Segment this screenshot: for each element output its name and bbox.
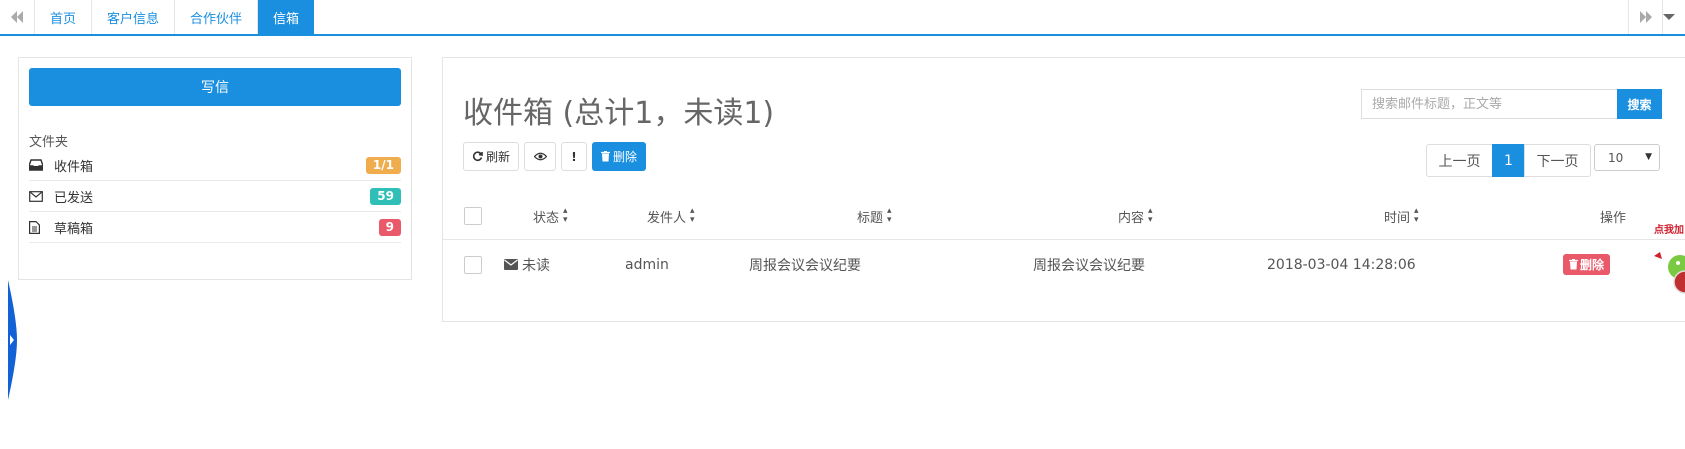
column-label: 操作 [1600, 210, 1627, 226]
tab-label: 信箱 [273, 11, 300, 27]
search-input[interactable] [1361, 89, 1617, 119]
floating-chat-widget[interactable]: 点我加 [1650, 212, 1685, 322]
page-size-select[interactable]: 10 ▼ [1594, 144, 1660, 171]
column-header-status[interactable]: 状态 ▴ ▾ [533, 193, 568, 239]
subject-cell[interactable]: 周报会议会议纪要 [749, 240, 861, 289]
tab-scroll-right-button[interactable] [1628, 0, 1663, 34]
search-button[interactable]: 搜索 [1617, 89, 1662, 119]
refresh-icon [472, 151, 483, 162]
tab-list: 首页 客户信息 合作伙伴 信箱 [35, 0, 315, 34]
tab-partners[interactable]: 合作伙伴 [175, 0, 259, 34]
pagination: 上一页 1 下一页 [1426, 144, 1591, 177]
row-delete-label: 删除 [1580, 258, 1605, 272]
row-actions-cell: 删除 [1563, 240, 1611, 289]
current-page-button[interactable]: 1 [1492, 144, 1525, 177]
column-header-content[interactable]: 内容 ▴ ▾ [1118, 193, 1153, 239]
row-delete-button[interactable]: 删除 [1563, 254, 1611, 275]
mail-toolbar: 刷新 ! 删除 [463, 142, 647, 171]
delete-button[interactable]: 删除 [592, 142, 647, 171]
status-text: 未读 [522, 257, 550, 274]
double-chevron-left-icon [11, 11, 23, 23]
sender-cell: admin [625, 256, 669, 273]
sort-icon: ▴ ▾ [563, 206, 568, 225]
status-cell: 未读 [504, 240, 550, 289]
column-header-time[interactable]: 时间 ▴ ▾ [1384, 193, 1419, 239]
table-header: 状态 ▴ ▾ 发件人 ▴ ▾ 标题 ▴ ▾ 内容 ▴ ▾ 时间 ▴ ▾ 操作 [443, 193, 1685, 240]
content-cell[interactable]: 周报会议会议纪要 [1033, 240, 1145, 289]
sort-icon: ▴ ▾ [1148, 206, 1153, 225]
prev-page-button[interactable]: 上一页 [1426, 144, 1493, 177]
column-header-subject[interactable]: 标题 ▴ ▾ [857, 193, 892, 239]
page-size-value: 10 [1608, 150, 1624, 165]
column-label: 内容 [1118, 210, 1145, 226]
mark-read-button[interactable] [524, 142, 557, 171]
folder-item-inbox[interactable]: 收件箱 1/1 [29, 150, 401, 181]
folder-label: 已发送 [54, 190, 94, 206]
tab-label: 首页 [50, 11, 77, 27]
page-title: 收件箱 (总计1，未读1) [463, 96, 775, 131]
sent-count-badge: 59 [370, 188, 401, 205]
sidebar-toggle-handle[interactable] [7, 280, 17, 400]
column-label: 发件人 [647, 210, 687, 226]
tab-customer-info[interactable]: 客户信息 [92, 0, 176, 34]
column-header-actions: 操作 [1600, 193, 1626, 239]
mail-search: 搜索 [1361, 89, 1662, 119]
column-header-sender[interactable]: 发件人 ▴ ▾ [647, 193, 695, 239]
select-all-cell [464, 193, 482, 239]
inbox-panel: 收件箱 (总计1，未读1) 搜索 刷新 ! 删除 上一页 1 下一页 [442, 57, 1685, 322]
tab-mailbox[interactable]: 信箱 [258, 0, 315, 34]
eye-icon [533, 150, 547, 164]
tab-menu-button[interactable] [1663, 0, 1685, 34]
caret-down-icon [1663, 14, 1675, 20]
trash-icon [1569, 259, 1578, 270]
next-page-button[interactable]: 下一页 [1524, 144, 1591, 177]
sort-icon: ▴ ▾ [1414, 206, 1419, 225]
folder-item-drafts[interactable]: 草稿箱 9 [29, 212, 401, 243]
tab-label: 客户信息 [107, 11, 160, 27]
sort-icon: ▴ ▾ [690, 206, 695, 225]
double-chevron-right-icon [1639, 11, 1652, 23]
mail-table: 状态 ▴ ▾ 发件人 ▴ ▾ 标题 ▴ ▾ 内容 ▴ ▾ 时间 ▴ ▾ 操作 未… [443, 193, 1685, 289]
tab-scroll-left-button[interactable] [0, 0, 35, 34]
drafts-count-badge: 9 [378, 219, 401, 236]
folder-label: 草稿箱 [54, 221, 94, 237]
mark-important-button[interactable]: ! [561, 142, 588, 171]
folder-heading: 文件夹 [29, 135, 69, 150]
column-label: 时间 [1384, 210, 1411, 226]
refresh-button[interactable]: 刷新 [463, 142, 520, 171]
folder-list: 收件箱 1/1 已发送 59 草稿箱 9 [29, 150, 401, 243]
delete-label: 删除 [613, 150, 638, 164]
caret-down-icon: ▼ [1645, 152, 1652, 162]
time-cell: 2018-03-04 14:28:06 [1267, 256, 1416, 273]
tab-home[interactable]: 首页 [35, 0, 93, 34]
envelope-icon [504, 259, 518, 270]
column-label: 标题 [857, 210, 884, 226]
column-label: 状态 [533, 210, 560, 226]
mascot-icon [1654, 252, 1685, 294]
refresh-label: 刷新 [486, 150, 511, 164]
inbox-icon [29, 158, 43, 172]
envelope-icon [29, 189, 43, 203]
folder-label: 收件箱 [54, 159, 94, 175]
mail-sidebar: 写信 文件夹 收件箱 1/1 已发送 59 草稿箱 9 [18, 57, 412, 280]
compose-button[interactable]: 写信 [29, 68, 401, 106]
unread-count-badge: 1/1 [365, 157, 401, 174]
exclamation-icon: ! [571, 149, 577, 164]
tab-label: 合作伙伴 [190, 11, 243, 27]
file-icon [29, 220, 43, 234]
table-row[interactable]: 未读 admin 周报会议会议纪要 周报会议会议纪要 2018-03-04 14… [443, 240, 1685, 289]
select-all-checkbox[interactable] [464, 207, 482, 225]
row-select-cell [464, 240, 482, 289]
tab-bar: 首页 客户信息 合作伙伴 信箱 [0, 0, 1685, 36]
trash-icon [601, 151, 611, 162]
row-checkbox[interactable] [464, 255, 482, 274]
folder-item-sent[interactable]: 已发送 59 [29, 181, 401, 212]
sort-icon: ▴ ▾ [887, 206, 892, 225]
